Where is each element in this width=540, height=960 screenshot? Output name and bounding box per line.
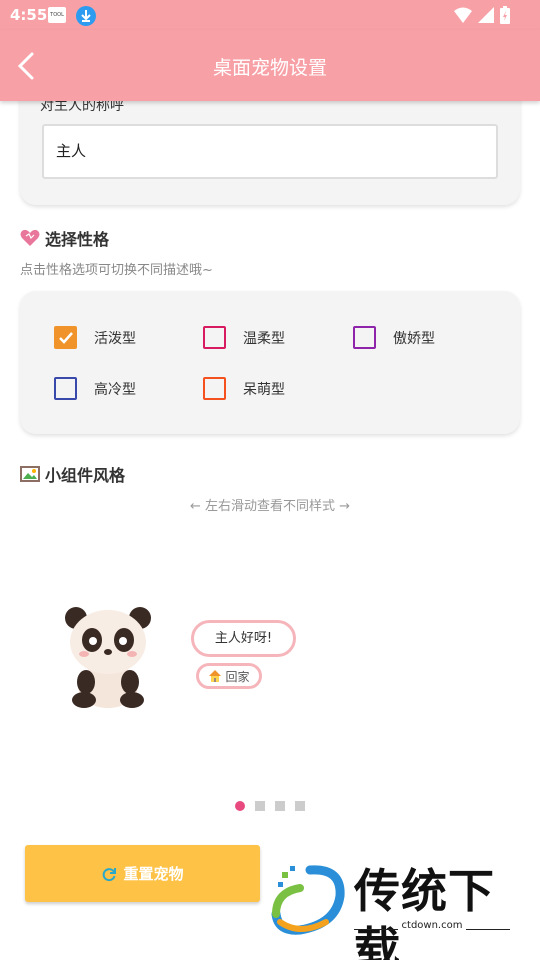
- heart-icon: [20, 229, 40, 246]
- checkbox-cool[interactable]: [54, 377, 77, 400]
- house-icon: [209, 670, 222, 682]
- personality-card: [20, 291, 520, 434]
- wifi-icon: [454, 7, 472, 23]
- option-gentle[interactable]: 温柔型: [203, 326, 285, 349]
- checkbox-gentle[interactable]: [203, 326, 226, 349]
- watermark-swirl-icon: [271, 865, 345, 935]
- page-title: 桌面宠物设置: [212, 57, 327, 79]
- status-time: 4:55: [10, 6, 48, 24]
- battery-icon: [500, 6, 510, 24]
- watermark-text: 传统下载: [354, 864, 495, 960]
- checkbox-tsundere[interactable]: [353, 326, 376, 349]
- notification-app-icon: TOOL: [48, 7, 66, 23]
- reset-label: 重置宠物: [123, 865, 184, 883]
- page-indicator: [235, 801, 305, 811]
- signal-icon: [478, 7, 494, 23]
- picture-frame-icon: [20, 466, 40, 482]
- home-label: 回家: [225, 669, 250, 684]
- panda-pet-image[interactable]: [62, 602, 154, 710]
- watermark-logo: 传统下载 ctdown.com: [270, 862, 520, 960]
- option-tsundere[interactable]: 傲娇型: [353, 326, 435, 349]
- option-cool[interactable]: 高冷型: [54, 377, 136, 400]
- option-label: 温柔型: [243, 330, 285, 347]
- option-cute[interactable]: 呆萌型: [203, 377, 285, 400]
- option-label: 傲娇型: [393, 330, 435, 347]
- option-lively[interactable]: 活泼型: [54, 326, 136, 349]
- speech-bubble: 主人好呀!: [191, 620, 296, 657]
- swipe-hint: ← 左右滑动查看不同样式 →: [189, 499, 351, 514]
- widget-style-title-text: 小组件风格: [45, 466, 126, 485]
- widget-style-section-title: 小组件风格: [20, 462, 125, 486]
- option-label: 活泼型: [94, 330, 136, 347]
- page-dot[interactable]: [255, 801, 265, 811]
- reset-pet-button[interactable]: 重置宠物: [25, 845, 260, 902]
- page-dot[interactable]: [275, 801, 285, 811]
- owner-name-input[interactable]: 主人: [42, 124, 498, 179]
- personality-title-text: 选择性格: [45, 230, 110, 249]
- app-bar: 桌面宠物设置: [0, 30, 540, 101]
- checkbox-lively[interactable]: [54, 326, 77, 349]
- personality-subtitle: 点击性格选项可切换不同描述哦~: [20, 263, 213, 278]
- status-icons: [454, 6, 510, 24]
- page-dot-active[interactable]: [235, 801, 245, 811]
- check-icon: [58, 331, 73, 344]
- page-dot[interactable]: [295, 801, 305, 811]
- refresh-icon: [103, 867, 117, 881]
- home-button[interactable]: 回家: [196, 663, 262, 689]
- option-label: 高冷型: [94, 381, 136, 398]
- option-label: 呆萌型: [243, 381, 285, 398]
- personality-section-title: 选择性格: [20, 226, 109, 250]
- checkbox-cute[interactable]: [203, 377, 226, 400]
- download-icon: [76, 6, 96, 26]
- status-bar: 4:55 TOOL: [0, 0, 540, 30]
- watermark-line-right: [466, 929, 510, 930]
